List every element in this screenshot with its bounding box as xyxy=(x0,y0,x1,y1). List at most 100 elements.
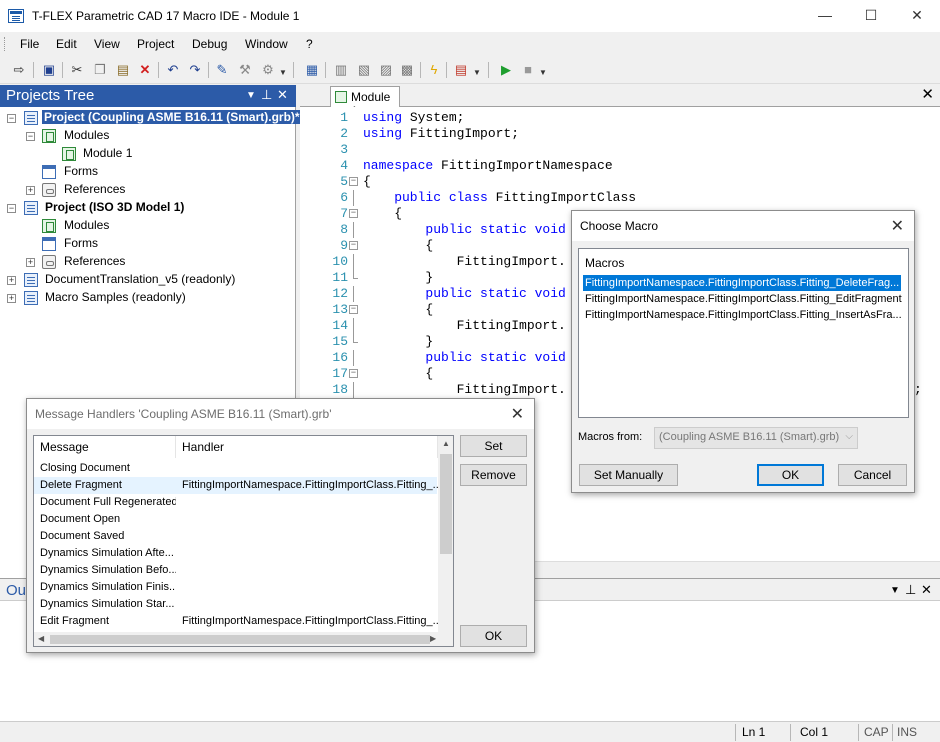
table-row[interactable]: Document Open xyxy=(34,511,437,528)
code-line[interactable]: 5−{ xyxy=(300,174,940,190)
panel-dropdown-icon[interactable]: ▼ xyxy=(890,585,900,596)
handlers-horizontal-scrollbar[interactable]: ◀ ▶ xyxy=(34,632,453,646)
new-form-icon[interactable]: ▦ xyxy=(303,61,321,79)
toolbar-overflow-icon[interactable]: ▼ xyxy=(539,64,547,78)
collapse-icon[interactable]: − xyxy=(7,114,16,123)
scroll-thumb[interactable] xyxy=(50,635,430,644)
fold-toggle-icon[interactable]: − xyxy=(349,209,358,218)
set-button[interactable]: Set xyxy=(460,435,527,457)
save-icon[interactable]: ▣ xyxy=(40,61,58,79)
tree-item-project-iso[interactable]: − Project (ISO 3D Model 1) xyxy=(0,199,296,217)
scroll-up-icon[interactable]: ▲ xyxy=(442,439,450,448)
table-row[interactable]: Delete Fragment FittingImportNamespace.Fi… xyxy=(34,477,440,494)
table-row[interactable]: Edit Fragment FittingImportNamespace.Fitt… xyxy=(34,613,440,630)
fold-toggle-icon[interactable]: − xyxy=(349,305,358,314)
stop-icon[interactable]: ■ xyxy=(519,61,537,79)
scroll-thumb[interactable] xyxy=(440,454,452,554)
menu-edit[interactable]: Edit xyxy=(56,37,77,51)
tree-item-modules[interactable]: Modules xyxy=(0,217,296,235)
panel-dropdown-icon[interactable]: ▼ xyxy=(246,90,256,101)
tree-item-macro-samples[interactable]: + Macro Samples (readonly) xyxy=(0,289,296,307)
toolbar-overflow-icon[interactable]: ▼ xyxy=(473,64,481,78)
delete-icon[interactable]: ✕ xyxy=(136,61,154,79)
fold-toggle-icon[interactable]: − xyxy=(349,369,358,378)
tab-module-1[interactable]: Module 1 xyxy=(330,86,400,118)
macro-list-item[interactable]: FittingImportNamespace.FittingImportClas… xyxy=(583,275,902,291)
tree-item-document-translation[interactable]: + DocumentTranslation_v5 (readonly) xyxy=(0,271,296,289)
minimize-button[interactable]: — xyxy=(802,0,848,32)
fold-toggle-icon[interactable]: − xyxy=(349,177,358,186)
pin-icon[interactable]: ⊥ xyxy=(261,87,272,103)
macros-list[interactable]: Macros FittingImportNamespace.FittingImp… xyxy=(578,248,909,418)
redo-icon[interactable]: ↷ xyxy=(186,61,204,79)
code-line[interactable]: 2 using FittingImport; xyxy=(300,126,940,142)
table-row[interactable]: Dynamics Simulation Afte... xyxy=(34,545,437,562)
set-manually-button[interactable]: Set Manually xyxy=(579,464,678,486)
message-icon[interactable]: ▤ xyxy=(452,61,470,79)
pin-icon[interactable]: ⊥ xyxy=(905,582,916,598)
editor-close-icon[interactable]: ✕ xyxy=(921,85,934,103)
cancel-button[interactable]: Cancel xyxy=(838,464,907,486)
expand-icon[interactable]: + xyxy=(7,294,16,303)
expand-icon[interactable]: + xyxy=(7,276,16,285)
dialog-close-icon[interactable]: ✕ xyxy=(511,404,524,424)
collapse-icon[interactable]: − xyxy=(26,132,35,141)
maximize-button[interactable]: ☐ xyxy=(848,0,894,32)
expand-icon[interactable]: + xyxy=(26,186,35,195)
scroll-right-icon[interactable]: ▶ xyxy=(430,634,436,643)
tree-item-modules[interactable]: − Modules xyxy=(0,127,296,145)
tree-item-forms[interactable]: Forms xyxy=(0,235,296,253)
ok-button[interactable]: OK xyxy=(757,464,824,486)
lightning-icon[interactable]: ϟ xyxy=(425,61,443,79)
code-line[interactable]: 1 using System; xyxy=(300,110,940,126)
remove-button[interactable]: Remove xyxy=(460,464,527,486)
table-row[interactable]: Dynamics Simulation Finis... xyxy=(34,579,437,596)
menu-project[interactable]: Project xyxy=(137,37,174,51)
toolbar-overflow-icon[interactable]: ▼ xyxy=(279,64,287,78)
table-row[interactable]: Dynamics Simulation Befo... xyxy=(34,562,437,579)
macro-list-item[interactable]: FittingImportNamespace.FittingImportClas… xyxy=(585,291,902,307)
panel-close-icon[interactable]: ✕ xyxy=(277,87,288,103)
menu-window[interactable]: Window xyxy=(245,37,288,51)
tree-item-module-1[interactable]: Module 1 xyxy=(0,145,296,163)
menu-file[interactable]: File xyxy=(20,37,39,51)
menu-view[interactable]: View xyxy=(94,37,120,51)
cut-icon[interactable]: ✂ xyxy=(68,61,86,79)
panel-close-icon[interactable]: ✕ xyxy=(921,582,932,598)
paste-icon[interactable]: ▤ xyxy=(114,61,132,79)
close-button[interactable]: ✕ xyxy=(894,0,940,32)
module-add-icon[interactable]: ▨ xyxy=(377,61,395,79)
macros-from-select[interactable]: (Coupling ASME B16.11 (Smart).grb) ⌵ xyxy=(654,427,858,449)
expand-icon[interactable]: + xyxy=(26,258,35,267)
copy-icon[interactable]: ❐ xyxy=(91,61,109,79)
column-header-message[interactable]: Message xyxy=(34,436,176,458)
module-key-icon[interactable]: ▩ xyxy=(398,61,416,79)
tools-icon[interactable]: ⚙ xyxy=(259,61,277,79)
tree-item-references[interactable]: + References xyxy=(0,253,296,271)
run-icon[interactable]: ▶ xyxy=(497,61,515,79)
fold-toggle-icon[interactable]: − xyxy=(349,241,358,250)
wrench-icon[interactable]: ⚒ xyxy=(236,61,254,79)
table-row[interactable]: Dynamics Simulation Star... xyxy=(34,596,437,613)
table-row[interactable]: Document Saved xyxy=(34,528,437,545)
table-row[interactable]: Closing Document xyxy=(34,460,437,477)
menu-help[interactable]: ? xyxy=(306,37,313,51)
handlers-vertical-scrollbar[interactable]: ▲ xyxy=(438,436,453,632)
tree-item-project-coupling[interactable]: − Project (Coupling ASME B16.11 (Smart).… xyxy=(0,109,302,127)
tree-item-references[interactable]: + References xyxy=(0,181,296,199)
column-header-handler[interactable]: Handler xyxy=(176,436,438,458)
collapse-icon[interactable]: − xyxy=(7,204,16,213)
ok-button[interactable]: OK xyxy=(460,625,527,647)
menu-debug[interactable]: Debug xyxy=(192,37,227,51)
macro-list-item[interactable]: FittingImportNamespace.FittingImportClas… xyxy=(585,307,902,323)
undo-icon[interactable]: ↶ xyxy=(164,61,182,79)
module-icon[interactable]: ▥ xyxy=(332,61,350,79)
code-line[interactable]: 6 public class FittingImportClass xyxy=(300,190,940,206)
code-line[interactable]: 3 xyxy=(300,142,940,158)
brush-icon[interactable]: ✎ xyxy=(213,61,231,79)
table-row[interactable]: Document Full Regenerated xyxy=(34,494,437,511)
login-icon[interactable]: ⇨ xyxy=(10,61,28,79)
tree-item-forms[interactable]: Forms xyxy=(0,163,296,181)
code-line[interactable]: 4 namespace FittingImportNamespace xyxy=(300,158,940,174)
dialog-close-icon[interactable]: ✕ xyxy=(891,216,904,236)
